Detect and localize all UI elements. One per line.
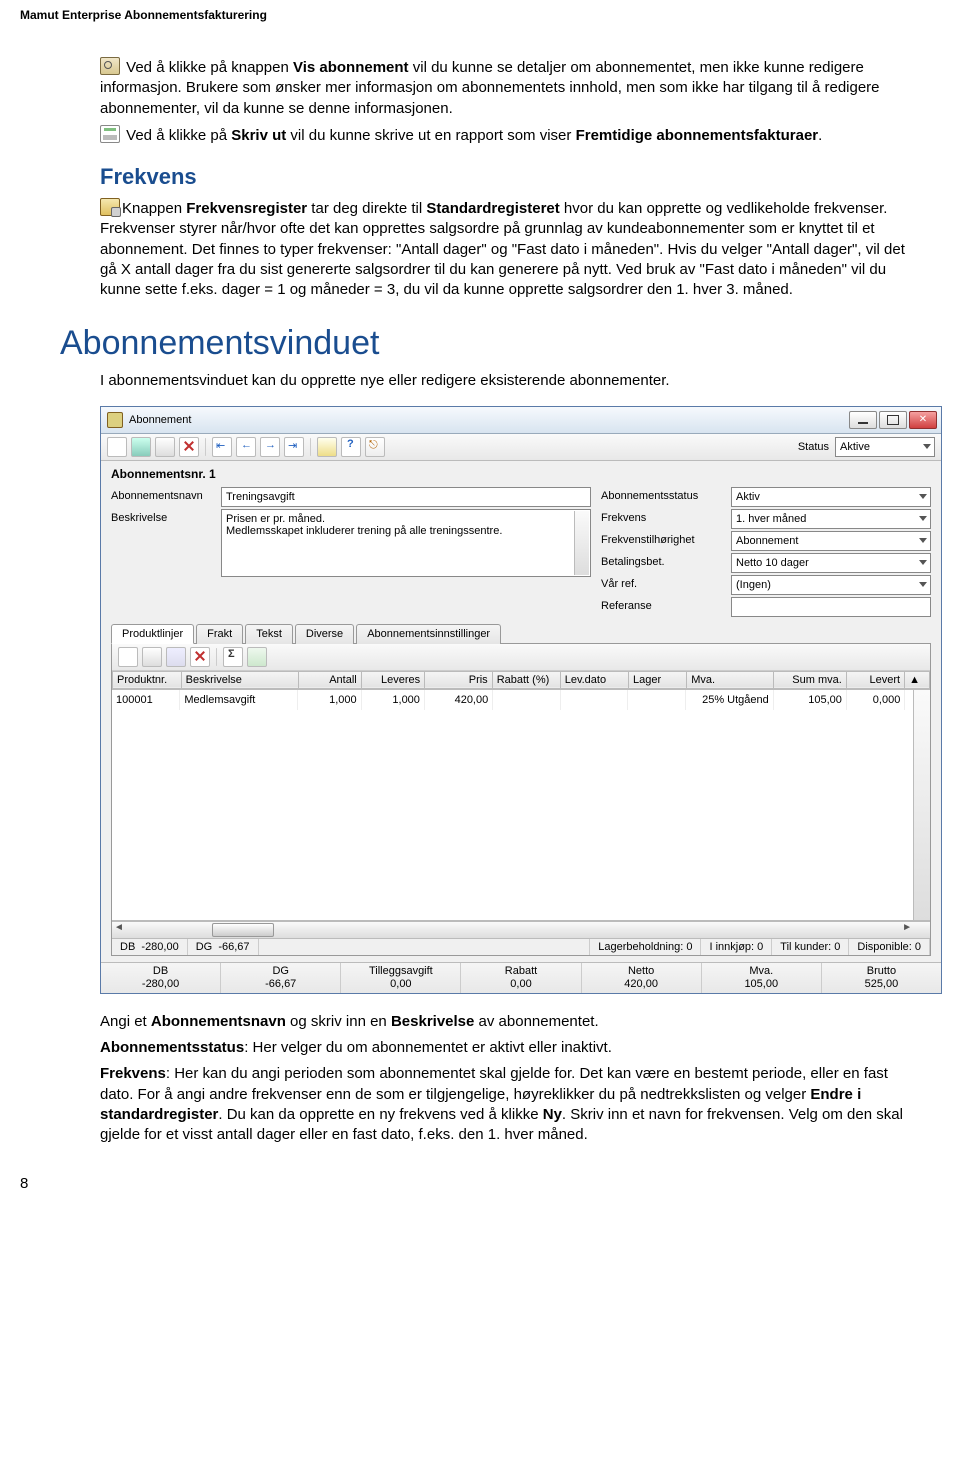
col-lager[interactable]: Lager <box>629 671 687 688</box>
combo-betaling[interactable]: Netto 10 dager <box>731 553 931 573</box>
col-beskrivelse[interactable]: Beskrivelse <box>181 671 298 688</box>
paragraph-navn-beskrivelse: Angi et Abonnementsnavn og skriv inn en … <box>100 1012 920 1032</box>
status-combo[interactable]: Aktive <box>835 437 935 457</box>
col-mva[interactable]: Mva. <box>687 671 774 688</box>
tab-produktlinjer[interactable]: Produktlinjer <box>111 624 194 644</box>
tab-tekst[interactable]: Tekst <box>245 624 293 644</box>
col-scroll: ▲ <box>905 671 930 688</box>
last-record-icon[interactable] <box>284 437 304 457</box>
input-navn[interactable]: Treningsavgift <box>221 487 591 507</box>
close-button[interactable]: ✕ <box>909 411 937 429</box>
label-frekvenstil: Frekvenstilhørighet <box>601 531 731 546</box>
new-icon[interactable] <box>107 437 127 457</box>
main-toolbar: Status Aktive <box>101 434 941 461</box>
abonnement-window: Abonnement ✕ Status Aktive <box>100 406 942 994</box>
heading-frekvens: Frekvens <box>100 164 920 190</box>
sigma-icon[interactable] <box>223 647 243 667</box>
app-icon <box>107 412 123 428</box>
register-icon <box>100 198 120 216</box>
grid-delete-icon[interactable] <box>190 647 210 667</box>
separator <box>216 648 217 666</box>
horizontal-scrollbar[interactable] <box>112 921 930 938</box>
label-varref: Vår ref. <box>601 575 731 590</box>
col-rabatt[interactable]: Rabatt (%) <box>492 671 560 688</box>
col-pris[interactable]: Pris <box>425 671 493 688</box>
titlebar[interactable]: Abonnement ✕ <box>101 407 941 434</box>
exit-icon[interactable] <box>365 437 385 457</box>
next-record-icon[interactable] <box>260 437 280 457</box>
grid-row-icon[interactable] <box>166 647 186 667</box>
doc-header: Mamut Enterprise Abonnementsfakturering <box>20 0 920 57</box>
label-referanse: Referanse <box>601 597 731 612</box>
paragraph-vindu-intro: I abonnementsvinduet kan du opprette nye… <box>100 371 920 391</box>
paragraph-frekvens-detail: Frekvens: Her kan du angi perioden som a… <box>100 1064 920 1145</box>
col-levdato[interactable]: Lev.dato <box>560 671 628 688</box>
prev-record-icon[interactable] <box>236 437 256 457</box>
totals-bar: DB-280,00 DG-66,67 Tilleggsavgift0,00 Ra… <box>101 962 941 993</box>
heading-abonnementsvinduet: Abonnementsvinduet <box>60 324 920 363</box>
combo-varref[interactable]: (Ingen) <box>731 575 931 595</box>
view-icon <box>100 57 120 75</box>
tabstrip: Produktlinjer Frakt Tekst Diverse Abonne… <box>101 624 941 644</box>
label-betaling: Betalingsbet. <box>601 553 731 568</box>
label-frekvens: Frekvens <box>601 509 731 524</box>
tab-diverse[interactable]: Diverse <box>295 624 354 644</box>
save-icon[interactable] <box>131 437 151 457</box>
combo-frekvens[interactable]: 1. hver måned <box>731 509 931 529</box>
help-icon[interactable] <box>341 437 361 457</box>
grid-new-icon[interactable] <box>118 647 138 667</box>
col-summva[interactable]: Sum mva. <box>774 671 847 688</box>
status-label: Status <box>798 441 829 453</box>
separator <box>205 438 206 456</box>
grid-statusline: DB -280,00 DG -66,67 Lagerbeholdning: 0 … <box>112 938 930 955</box>
col-levert[interactable]: Levert <box>846 671 904 688</box>
grid-open-icon[interactable] <box>142 647 162 667</box>
tab-abonnementsinnstillinger[interactable]: Abonnementsinnstillinger <box>356 624 501 644</box>
print-icon <box>100 125 120 143</box>
label-beskrivelse: Beskrivelse <box>111 509 221 524</box>
delete-icon[interactable] <box>179 437 199 457</box>
input-beskrivelse[interactable]: Prisen er pr. måned. Medlemsskapet inklu… <box>221 509 591 577</box>
tab-pane-produktlinjer: Produktnr. Beskrivelse Antall Leveres Pr… <box>111 643 931 956</box>
copy-icon[interactable] <box>155 437 175 457</box>
paragraph-skriv-ut: Ved å klikke på Skriv ut vil du kunne sk… <box>100 125 920 146</box>
paragraph-frekvensregister: Knappen Frekvensregister tar deg direkte… <box>100 198 920 300</box>
window-title: Abonnement <box>129 414 191 426</box>
col-antall[interactable]: Antall <box>298 671 361 688</box>
minimize-button[interactable] <box>849 411 877 429</box>
paragraph-abonnementsstatus: Abonnementsstatus: Her velger du om abon… <box>100 1038 920 1058</box>
grid-body[interactable]: 100001 Medlemsavgift 1,000 1,000 420,00 … <box>112 689 930 921</box>
paragraph-vis-abonnement: Ved å klikke på knappen Vis abonnement v… <box>100 57 920 119</box>
separator <box>310 438 311 456</box>
maximize-button[interactable] <box>879 411 907 429</box>
grid-toolbar <box>112 644 930 671</box>
grid-header: Produktnr. Beskrivelse Antall Leveres Pr… <box>112 671 930 689</box>
first-record-icon[interactable] <box>212 437 232 457</box>
table-row[interactable]: 100001 Medlemsavgift 1,000 1,000 420,00 … <box>112 690 930 710</box>
label-navn: Abonnementsnavn <box>111 487 221 502</box>
input-referanse[interactable] <box>731 597 931 617</box>
label-abostatus: Abonnementsstatus <box>601 487 731 502</box>
tree-icon[interactable] <box>317 437 337 457</box>
combo-abostatus[interactable]: Aktiv <box>731 487 931 507</box>
grid-view-icon[interactable] <box>247 647 267 667</box>
page-number: 8 <box>20 1175 920 1192</box>
col-produktnr[interactable]: Produktnr. <box>113 671 182 688</box>
combo-frekvenstil[interactable]: Abonnement <box>731 531 931 551</box>
col-leveres[interactable]: Leveres <box>361 671 424 688</box>
record-id-label: Abonnementsnr. 1 <box>111 467 931 481</box>
tab-frakt[interactable]: Frakt <box>196 624 243 644</box>
